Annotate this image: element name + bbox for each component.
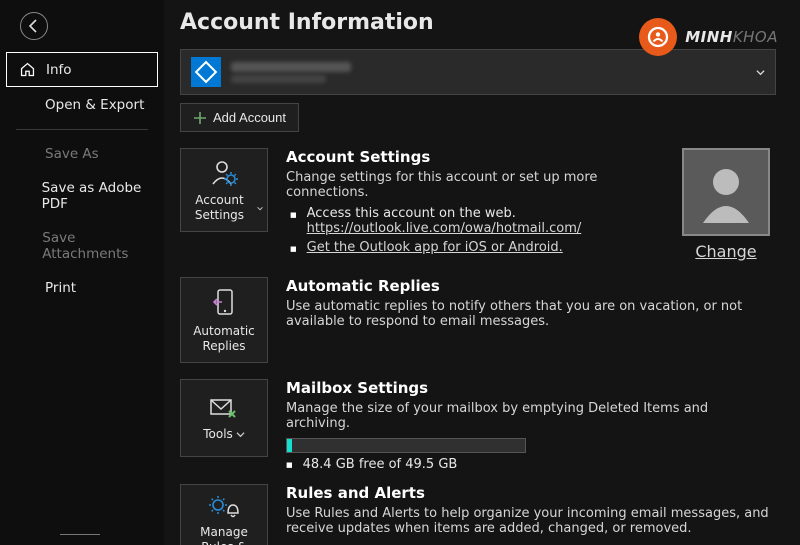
avatar-block: Change xyxy=(676,148,776,261)
home-icon xyxy=(19,61,36,78)
sidebar-item-save-attachments: Save Attachments xyxy=(6,222,158,270)
sidebar-item-label: Info xyxy=(46,62,72,78)
storage-progress-bar xyxy=(286,438,526,453)
sidebar: Info Open & Export Save As Save as Adobe… xyxy=(0,0,164,545)
auto-reply-icon xyxy=(211,288,237,318)
avatar-placeholder xyxy=(682,148,770,236)
section-heading: Automatic Replies xyxy=(286,277,776,295)
section-description: Use automatic replies to notify others t… xyxy=(286,299,776,329)
plus-icon xyxy=(193,111,207,125)
bullet-web-access: Access this account on the web. https://… xyxy=(290,206,658,236)
sidebar-item-save-as: Save As xyxy=(6,138,158,170)
envelope-tool-icon xyxy=(209,397,239,421)
sidebar-item-print[interactable]: Print xyxy=(6,272,158,304)
sidebar-item-label: Save Attachments xyxy=(42,230,146,262)
automatic-replies-button[interactable]: Automatic Replies xyxy=(180,277,268,363)
button-label: Automatic Replies xyxy=(185,324,263,354)
section-automatic-replies: Automatic Replies Automatic Replies Use … xyxy=(180,277,776,363)
sidebar-item-label: Save as Adobe PDF xyxy=(42,180,146,212)
button-label: Tools xyxy=(203,427,233,442)
add-account-button[interactable]: Add Account xyxy=(180,103,299,132)
back-button[interactable] xyxy=(20,12,48,40)
sidebar-item-label: Print xyxy=(45,280,76,296)
exchange-icon xyxy=(191,57,221,87)
button-label: Account Settings xyxy=(185,193,254,223)
storage-text: 48.4 GB free of 49.5 GB xyxy=(286,457,776,472)
account-email-redacted xyxy=(231,62,351,83)
sidebar-footer-line xyxy=(60,534,100,535)
sidebar-item-label: Save As xyxy=(45,146,99,162)
button-label: Manage Rules & Alerts xyxy=(185,525,263,545)
section-heading: Mailbox Settings xyxy=(286,379,776,397)
manage-rules-button[interactable]: Manage Rules & Alerts xyxy=(180,484,268,545)
sidebar-item-save-pdf[interactable]: Save as Adobe PDF xyxy=(6,172,158,220)
mobile-app-link[interactable]: Get the Outlook app for iOS or Android. xyxy=(307,240,563,255)
bullet-mobile-app: Get the Outlook app for iOS or Android. xyxy=(290,240,658,255)
account-settings-button[interactable]: Account Settings xyxy=(180,148,268,232)
section-description: Use Rules and Alerts to help organize yo… xyxy=(286,506,776,536)
section-heading: Rules and Alerts xyxy=(286,484,776,502)
main-panel: Account Information Add Account Account … xyxy=(164,0,800,545)
owa-link[interactable]: https://outlook.live.com/owa/hotmail.com… xyxy=(307,221,582,236)
chevron-down-icon xyxy=(236,430,245,439)
gear-bell-icon xyxy=(209,495,239,519)
chevron-down-icon xyxy=(257,204,263,213)
person-gear-icon xyxy=(209,159,239,187)
storage-progress-fill xyxy=(287,439,292,452)
brand-watermark: MINHKHOA xyxy=(639,18,778,56)
section-mailbox-settings: Tools Mailbox Settings Manage the size o… xyxy=(180,379,776,472)
chevron-down-icon xyxy=(756,68,765,77)
section-description: Manage the size of your mailbox by empty… xyxy=(286,401,776,431)
brand-text: MINHKHOA xyxy=(685,28,778,46)
tools-button[interactable]: Tools xyxy=(180,379,268,457)
section-heading: Account Settings xyxy=(286,148,658,166)
section-account-settings: Account Settings Account Settings Change… xyxy=(180,148,776,261)
add-account-label: Add Account xyxy=(213,110,286,125)
brand-logo-icon xyxy=(639,18,677,56)
section-description: Change settings for this account or set … xyxy=(286,170,658,200)
sidebar-divider xyxy=(16,129,148,130)
section-rules-alerts: Manage Rules & Alerts Rules and Alerts U… xyxy=(180,484,776,545)
change-avatar-link[interactable]: Change xyxy=(695,242,756,261)
sidebar-item-open-export[interactable]: Open & Export xyxy=(6,89,158,121)
sidebar-item-label: Open & Export xyxy=(45,97,144,113)
sidebar-item-info[interactable]: Info xyxy=(6,52,158,87)
